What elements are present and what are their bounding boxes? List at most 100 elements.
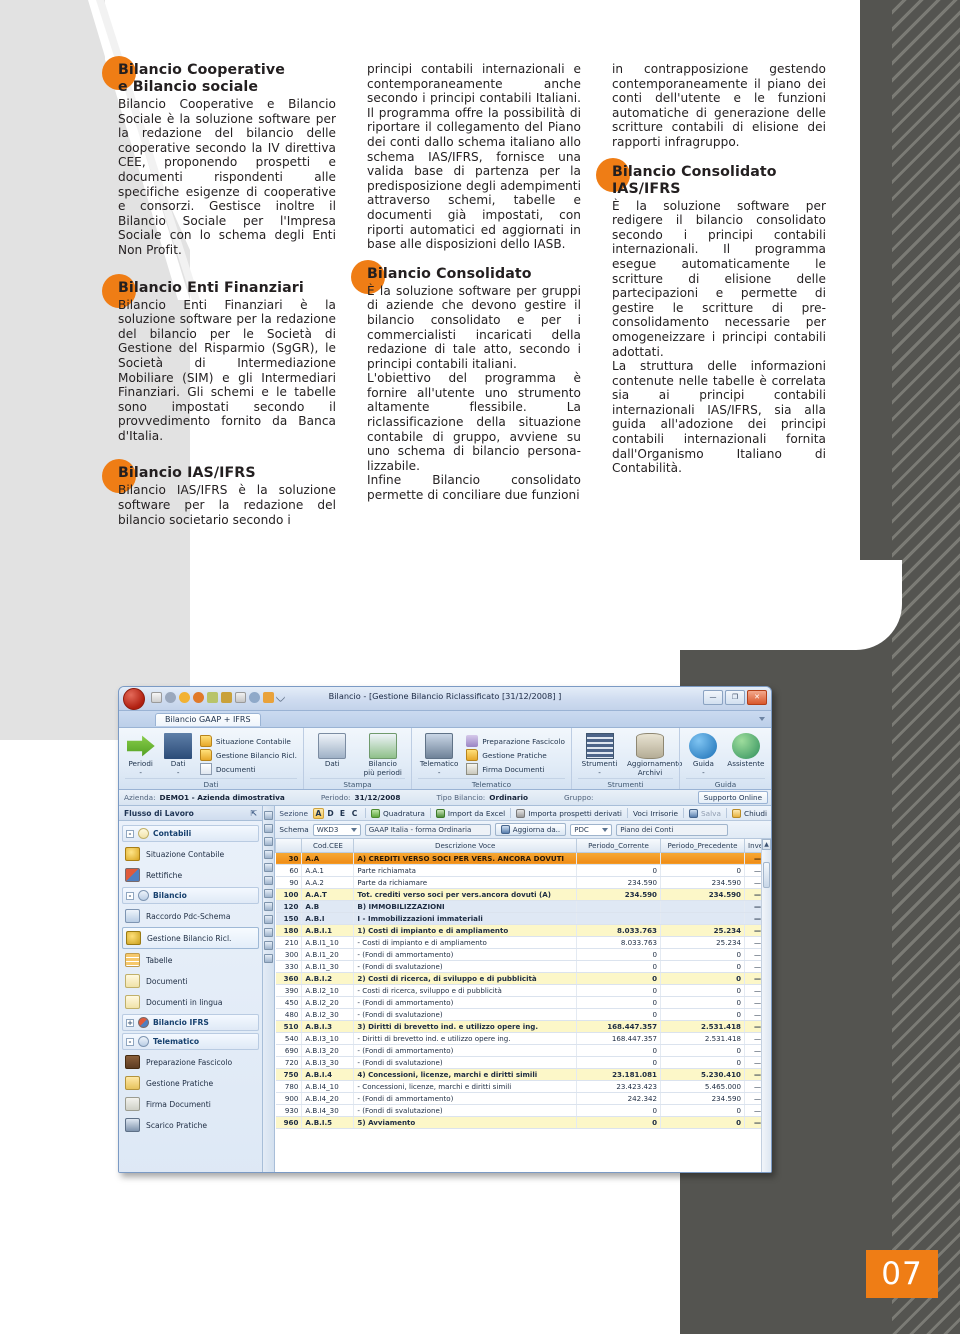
- ribbon-button-guida[interactable]: Guida -: [686, 732, 721, 777]
- ribbon-button-situazione-contabile[interactable]: Situazione Contabile: [199, 735, 297, 747]
- minimize-button[interactable]: —: [703, 690, 723, 705]
- sidebar-group-contabili[interactable]: - Contabili: [122, 825, 260, 842]
- schema-select[interactable]: WKD3: [312, 823, 361, 836]
- table-row[interactable]: 30 A.A A) CREDITI VERSO SOCI PER VERS. ANC…: [275, 852, 771, 865]
- ribbon-button-telematico[interactable]: Telematico -: [418, 732, 460, 777]
- table-row[interactable]: 120 A.B B) IMMOBILIZZAZIONI —: [275, 900, 771, 913]
- vertical-toolbar[interactable]: [263, 806, 276, 1172]
- ribbon-button-dati[interactable]: Dati -: [162, 732, 193, 777]
- sidebar-item-gestione-bilancio-ricl[interactable]: Gestione Bilancio Ricl.: [122, 927, 260, 949]
- segment-c[interactable]: C: [349, 808, 360, 819]
- table-row[interactable]: 750 A.B.I.4 4) Concessioni, licenze, march…: [275, 1068, 771, 1081]
- sidebar-item-tabelle[interactable]: Tabelle: [122, 950, 259, 970]
- table-row[interactable]: 510 A.B.I.3 3) Diritti di brevetto ind. e …: [275, 1020, 771, 1033]
- col-cod-cee[interactable]: Cod.CEE: [301, 839, 355, 853]
- sidebar-item-situazione-contabile[interactable]: Situazione Contabile: [122, 844, 259, 864]
- table-row[interactable]: 540 A.B.I3_10- Diritti di brevetto ind. e…: [275, 1032, 771, 1045]
- window-controls[interactable]: — ❐ ✕: [703, 690, 767, 705]
- toolbar-button-chiudi[interactable]: Chiudi: [731, 808, 767, 818]
- ribbon-button-periodi[interactable]: Periodi -: [125, 732, 156, 777]
- table-row[interactable]: 450 A.B.I2_20- (Fondi di ammortamento) 0 0—: [275, 996, 771, 1009]
- table-row[interactable]: 720 A.B.I3_30- (Fondi di svalutazione) 0 0—: [275, 1056, 771, 1069]
- ribbon-button-aggiornamento-archivi[interactable]: Aggiornamento Archivi: [627, 732, 682, 777]
- sidebar-item-scarico-pratiche[interactable]: Scarico Pratiche: [122, 1115, 259, 1135]
- table-row[interactable]: 690 A.B.I3_20- (Fondi di ammortamento) 0 0—: [275, 1044, 771, 1057]
- sidebar-group-telematico[interactable]: - Telematico: [122, 1033, 260, 1050]
- ribbon-button-gestione-bilancio-ricl[interactable]: Gestione Bilancio Ricl.: [199, 749, 297, 761]
- close-button[interactable]: ✕: [747, 690, 767, 705]
- toolbar-button-voci-irrisorie[interactable]: Voci Irrisorie: [633, 809, 678, 818]
- ribbon-button-assistente[interactable]: Assistente: [727, 732, 765, 769]
- grid-wrapper[interactable]: Cod.CEE Descrizione Voce Periodo_Corrent…: [275, 839, 771, 1172]
- sidebar-item-rettifiche[interactable]: Rettifiche: [122, 865, 259, 885]
- col-ord[interactable]: [275, 839, 303, 853]
- cut-icon[interactable]: [264, 811, 274, 820]
- table-row[interactable]: 180 A.B.I.1 1) Costi di impianto e di ampl…: [275, 924, 771, 937]
- scroll-thumb[interactable]: [763, 862, 770, 888]
- supporto-online-button[interactable]: Supporto Online: [697, 791, 768, 804]
- pdc-select[interactable]: PDC: [570, 823, 613, 836]
- ribbon-button-strumenti[interactable]: Strumenti -: [578, 732, 621, 777]
- table-row[interactable]: 90 A.A.2 Parte da richiamare 234.590 234.590…: [275, 876, 771, 889]
- segment-d[interactable]: D: [325, 808, 336, 819]
- copy-icon[interactable]: [264, 837, 274, 846]
- toolbar-button-quadratura[interactable]: Quadratura: [370, 808, 425, 818]
- toolbar-button-importa-prospetti[interactable]: Importa prospetti derivati: [516, 808, 622, 818]
- sidebar-item-preparazione-fascicolo[interactable]: Preparazione Fascicolo: [122, 1052, 259, 1072]
- first-icon[interactable]: [264, 915, 274, 924]
- table-row[interactable]: 480 A.B.I2_30- (Fondi di svalutazione) 0 0—: [275, 1008, 771, 1021]
- toolbar-button-salva[interactable]: Salva: [689, 808, 721, 818]
- last-icon[interactable]: [264, 954, 274, 963]
- table-row[interactable]: 100 A.A.T Tot. crediti verso soci per vers…: [275, 888, 771, 901]
- prev-icon[interactable]: [264, 928, 274, 937]
- toolbar-button-import-excel[interactable]: Import da Excel: [435, 808, 505, 818]
- expander-icon[interactable]: +: [126, 1018, 134, 1027]
- maximize-button[interactable]: ❐: [725, 690, 745, 705]
- segment-a[interactable]: A: [312, 807, 324, 819]
- collapse-icon[interactable]: [264, 876, 274, 885]
- find-icon[interactable]: [264, 902, 274, 911]
- table-row[interactable]: 300 A.B.I1_20- (Fondi di ammortamento) 0 0—: [275, 948, 771, 961]
- ribbon-button-bilancio-piu-periodi[interactable]: Bilancio più periodi: [361, 732, 406, 777]
- table-row[interactable]: 210 A.B.I1_10- Costi di impianto e di amp…: [275, 936, 771, 949]
- sidebar-item-documenti-in-lingua[interactable]: Documenti in lingua: [122, 992, 259, 1012]
- table-row[interactable]: 960 A.B.I.5 5) Avviamento 0 0—: [275, 1116, 771, 1129]
- ribbon-button-stampa-dati[interactable]: Dati: [310, 732, 355, 769]
- sidebar-item-documenti[interactable]: Documenti: [122, 971, 259, 991]
- next-icon[interactable]: [264, 941, 274, 950]
- sidebar-item-firma-documenti[interactable]: Firma Documenti: [122, 1094, 259, 1114]
- expander-icon[interactable]: -: [126, 1037, 134, 1046]
- expander-icon[interactable]: -: [126, 891, 134, 900]
- aggiorna-da-button[interactable]: Aggiorna da..: [494, 823, 567, 836]
- table-row[interactable]: 330 A.B.I1_30- (Fondi di svalutazione) 0 0—: [275, 960, 771, 973]
- ribbon-button-documenti[interactable]: Documenti: [199, 763, 297, 775]
- expander-icon[interactable]: -: [126, 829, 134, 838]
- tab-bilancio-gaap-ifrs[interactable]: Bilancio GAAP + IFRS: [155, 713, 261, 726]
- sezione-segments[interactable]: A D E C: [312, 807, 360, 819]
- grid-vertical-scrollbar[interactable]: ▲: [761, 839, 771, 1172]
- sidebar-item-gestione-pratiche[interactable]: Gestione Pratiche: [122, 1073, 259, 1093]
- ribbon-button-gestione-pratiche[interactable]: Gestione Pratiche: [466, 749, 565, 761]
- segment-e[interactable]: E: [337, 808, 348, 819]
- sidebar-group-bilancio[interactable]: - Bilancio: [122, 887, 260, 904]
- sidebar-group-bilancio-ifrs[interactable]: + Bilancio IFRS: [122, 1014, 260, 1031]
- table-row[interactable]: 360 A.B.I.2 2) Costi di ricerca, di svilup…: [275, 972, 771, 985]
- ribbon-button-preparazione-fascicolo[interactable]: Preparazione Fascicolo: [466, 735, 565, 747]
- sidebar-item-raccordo-pdc-schema[interactable]: Raccordo Pdc-Schema: [122, 906, 259, 926]
- table-row[interactable]: 930 A.B.I4_30- (Fondi di svalutazione) 0 0—: [275, 1104, 771, 1117]
- table-row[interactable]: 780 A.B.I4_10- Concessioni, licenze, marc…: [275, 1080, 771, 1093]
- table-row[interactable]: 900 A.B.I4_20- (Fondi di ammortamento) 242…: [275, 1092, 771, 1105]
- ribbon-collapse-icon[interactable]: [759, 717, 765, 721]
- col-periodo-precedente[interactable]: Periodo_Precedente: [660, 839, 745, 853]
- undo-icon[interactable]: [264, 889, 274, 898]
- ribbon-button-firma-documenti[interactable]: Firma Documenti: [466, 763, 565, 775]
- table-row[interactable]: 60 A.A.1 Parte richiamata 0 0—: [275, 864, 771, 877]
- table-row[interactable]: 150 A.B.I I - Immobilizzazioni immateriali…: [275, 912, 771, 925]
- expand-icon[interactable]: [264, 863, 274, 872]
- col-periodo-corrente[interactable]: Periodo_Corrente: [576, 839, 661, 853]
- chart-icon[interactable]: [264, 824, 274, 833]
- pin-icon[interactable]: ⇱: [250, 809, 257, 818]
- delete-icon[interactable]: [264, 850, 274, 859]
- scroll-up-arrow[interactable]: ▲: [762, 839, 771, 850]
- col-descrizione[interactable]: Descrizione Voce: [353, 839, 577, 853]
